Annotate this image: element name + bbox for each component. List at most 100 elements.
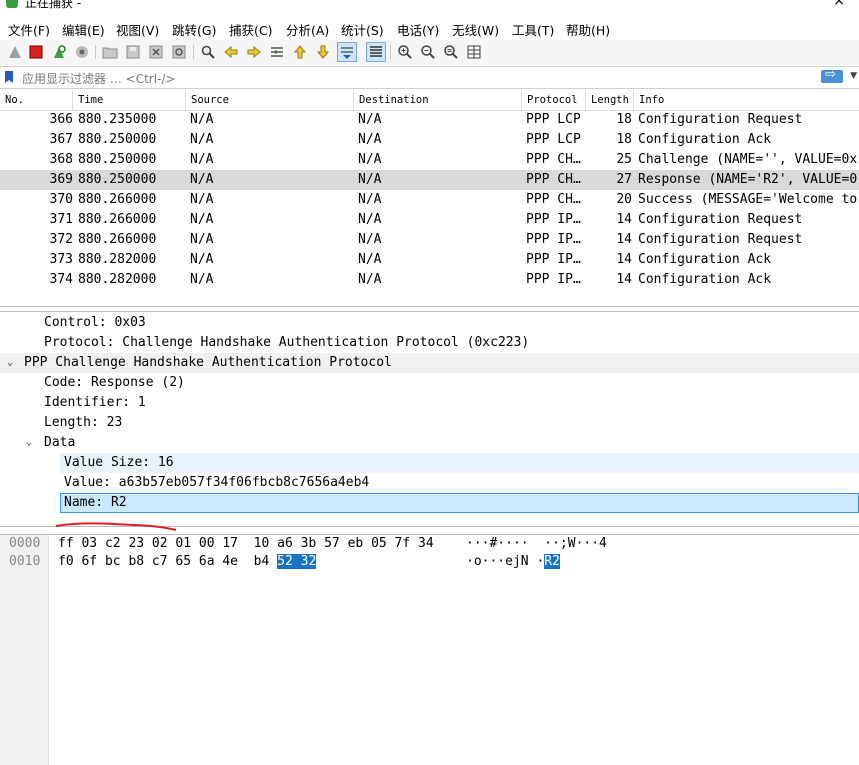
- go-forward-icon[interactable]: [245, 43, 263, 61]
- column-header-length[interactable]: Length: [586, 90, 634, 110]
- packet-row[interactable]: 369 880.250000 N/A N/A PPP CH… 27 Response (NA…: [0, 170, 859, 190]
- menu-view[interactable]: 视图(V): [116, 20, 159, 39]
- go-to-packet-icon[interactable]: [268, 43, 286, 61]
- save-file-icon[interactable]: [124, 43, 142, 61]
- cell-source: N/A: [190, 232, 214, 247]
- cell-time: 880.266000: [78, 232, 157, 247]
- close-window-button[interactable]: ×: [833, 0, 845, 9]
- apply-filter-button[interactable]: ⇨: [821, 67, 843, 83]
- expanded-chevron-icon[interactable]: ⌄: [26, 433, 32, 453]
- zoom-in-icon[interactable]: [396, 43, 414, 61]
- packet-row[interactable]: 374 880.282000 N/A N/A PPP IP… 14 Configuratio…: [0, 270, 859, 290]
- packet-row[interactable]: 373 880.282000 N/A N/A PPP IP… 14 Configuratio…: [0, 250, 859, 270]
- cell-destination: N/A: [358, 272, 382, 287]
- column-header-info[interactable]: Info: [634, 90, 859, 110]
- reload-file-icon[interactable]: [170, 43, 188, 61]
- menu-wireless[interactable]: 无线(W): [452, 20, 499, 39]
- column-header-protocol[interactable]: Protocol: [522, 90, 586, 110]
- menu-analyze[interactable]: 分析(A): [286, 20, 329, 39]
- chap-tree-node[interactable]: ⌄ PPP Challenge Handshake Authentication…: [0, 353, 859, 373]
- packet-row[interactable]: 367 880.250000 N/A N/A PPP LCP 18 Configuratio…: [0, 130, 859, 150]
- window-title: 正在捕获 -: [25, 0, 82, 10]
- packet-row[interactable]: 371 880.266000 N/A N/A PPP IP… 14 Configuratio…: [0, 210, 859, 230]
- detail-protocol[interactable]: Protocol: Challenge Handshake Authentica…: [44, 333, 529, 353]
- hex-bytes-selected: 52 32: [277, 554, 317, 569]
- cell-time: 880.282000: [78, 272, 157, 287]
- cell-destination: N/A: [358, 212, 382, 227]
- cell-no: 373: [49, 252, 73, 267]
- data-tree-node[interactable]: ⌄ Data: [24, 433, 859, 453]
- menu-help[interactable]: 帮助(H): [566, 20, 610, 39]
- detail-code[interactable]: Code: Response (2): [44, 373, 185, 393]
- cell-protocol: PPP IP…: [526, 272, 581, 287]
- close-file-icon[interactable]: [147, 43, 165, 61]
- cell-destination: N/A: [358, 232, 382, 247]
- hex-bytes[interactable]: f0 6f bc b8 c7 65 6a 4e b4 52 32: [58, 553, 317, 571]
- hex-bytes[interactable]: ff 03 c2 23 02 01 00 17 10 a6 3b 57 eb 0…: [58, 535, 434, 553]
- column-header-destination[interactable]: Destination: [354, 90, 522, 110]
- column-header-no[interactable]: No.: [0, 90, 73, 110]
- hex-ascii[interactable]: ·o···ejN ·R2: [466, 553, 560, 571]
- column-header-source[interactable]: Source: [186, 90, 354, 110]
- detail-name-selected[interactable]: Name: R2: [60, 493, 859, 513]
- cell-source: N/A: [190, 112, 214, 127]
- bookmark-icon[interactable]: [4, 70, 14, 84]
- detail-control[interactable]: Control: 0x03: [44, 313, 146, 333]
- menu-edit[interactable]: 编辑(E): [62, 20, 105, 39]
- cell-source: N/A: [190, 132, 214, 147]
- cell-time: 880.250000: [78, 132, 157, 147]
- go-last-icon[interactable]: [314, 43, 332, 61]
- menu-statistics[interactable]: 统计(S): [341, 20, 384, 39]
- hex-dump-pane[interactable]: 0000 ff 03 c2 23 02 01 00 17 10 a6 3b 57…: [0, 534, 859, 765]
- packet-details[interactable]: Control: 0x03 Protocol: Challenge Handsh…: [0, 311, 859, 527]
- stop-capture-icon[interactable]: [27, 43, 45, 61]
- menu-file[interactable]: 文件(F): [8, 20, 50, 39]
- menu-capture[interactable]: 捕获(C): [229, 20, 272, 39]
- expanded-chevron-icon[interactable]: ⌄: [7, 353, 13, 373]
- colorize-icon[interactable]: [366, 42, 386, 62]
- open-file-icon[interactable]: [101, 43, 119, 61]
- packet-list[interactable]: No. Time Source Destination Protocol Len…: [0, 90, 859, 307]
- cell-no: 369: [49, 172, 73, 187]
- menu-tools[interactable]: 工具(T): [512, 20, 554, 39]
- cell-destination: N/A: [358, 252, 382, 267]
- packet-row[interactable]: 372 880.266000 N/A N/A PPP IP… 14 Configuratio…: [0, 230, 859, 250]
- go-first-icon[interactable]: [291, 43, 309, 61]
- column-header-time[interactable]: Time: [73, 90, 186, 110]
- resize-columns-icon[interactable]: [465, 43, 483, 61]
- packet-row[interactable]: 366 880.235000 N/A N/A PPP LCP 18 Configuratio…: [0, 110, 859, 130]
- cell-time: 880.266000: [78, 192, 157, 207]
- cell-info: Configuration Request: [638, 212, 803, 227]
- zoom-normal-icon[interactable]: [442, 43, 460, 61]
- hex-bytes-plain: f0 6f bc b8 c7 65 6a 4e b4: [58, 554, 278, 569]
- shark-fin-start-icon[interactable]: [6, 43, 24, 61]
- restart-capture-icon[interactable]: [50, 43, 68, 61]
- cell-source: N/A: [190, 172, 214, 187]
- cell-no: 372: [49, 232, 73, 247]
- cell-destination: N/A: [358, 172, 382, 187]
- detail-value[interactable]: Value: a63b57eb057f34f06fbcb8c7656a4eb4: [64, 473, 369, 493]
- find-packet-icon[interactable]: [199, 43, 217, 61]
- packet-row[interactable]: 368 880.250000 N/A N/A PPP CH… 25 Challenge (N…: [0, 150, 859, 170]
- cell-time: 880.235000: [78, 112, 157, 127]
- detail-identifier[interactable]: Identifier: 1: [44, 393, 146, 413]
- cell-source: N/A: [190, 272, 214, 287]
- packet-row[interactable]: 370 880.266000 N/A N/A PPP CH… 20 Success (MES…: [0, 190, 859, 210]
- menu-go[interactable]: 跳转(G): [172, 20, 216, 39]
- cell-info: Configuration Request: [638, 232, 803, 247]
- detail-value-size[interactable]: Value Size: 16: [60, 453, 859, 473]
- cell-destination: N/A: [358, 132, 382, 147]
- zoom-out-icon[interactable]: [419, 43, 437, 61]
- filter-dropdown-icon[interactable]: ▼: [850, 71, 857, 81]
- capture-options-icon[interactable]: [73, 43, 91, 61]
- autoscroll-icon[interactable]: [337, 42, 357, 62]
- display-filter-input[interactable]: 应用显示过滤器 … <Ctrl-/>: [22, 70, 175, 87]
- go-back-icon[interactable]: [222, 43, 240, 61]
- cell-length: 18: [616, 132, 632, 147]
- detail-length[interactable]: Length: 23: [44, 413, 122, 433]
- cell-protocol: PPP IP…: [526, 212, 581, 227]
- cell-length: 14: [616, 232, 632, 247]
- hex-ascii[interactable]: ···#···· ··;W···4: [466, 535, 607, 553]
- menu-telephony[interactable]: 电话(Y): [397, 20, 439, 39]
- cell-protocol: PPP LCP: [526, 112, 581, 127]
